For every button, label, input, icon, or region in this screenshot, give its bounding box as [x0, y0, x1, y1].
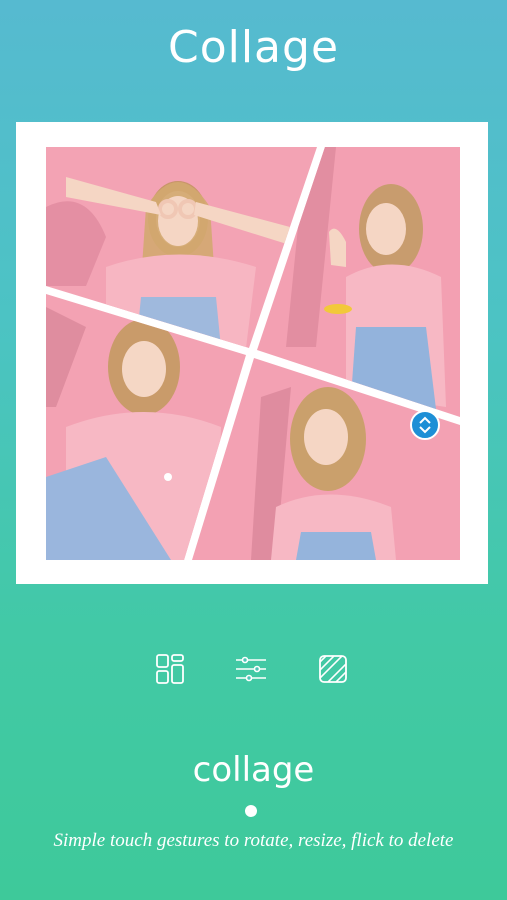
- adjust-sliders-icon: [236, 656, 266, 682]
- resize-handle[interactable]: [410, 410, 440, 440]
- app-title: Collage: [167, 22, 340, 73]
- feature-caption: collage: [192, 750, 315, 790]
- resize-vertical-icon: [419, 416, 431, 434]
- background-button[interactable]: [316, 652, 350, 686]
- collage-canvas: [46, 147, 460, 560]
- page-indicator-dot: [245, 805, 257, 817]
- pattern-background-icon: [319, 655, 347, 683]
- adjust-button[interactable]: [234, 652, 268, 686]
- layout-button[interactable]: [153, 652, 187, 686]
- toolbar: [0, 652, 507, 686]
- collage-frame: [16, 122, 488, 584]
- feature-description: Simple touch gestures to rotate, resize,…: [53, 830, 454, 851]
- layout-grid-icon: [156, 654, 184, 684]
